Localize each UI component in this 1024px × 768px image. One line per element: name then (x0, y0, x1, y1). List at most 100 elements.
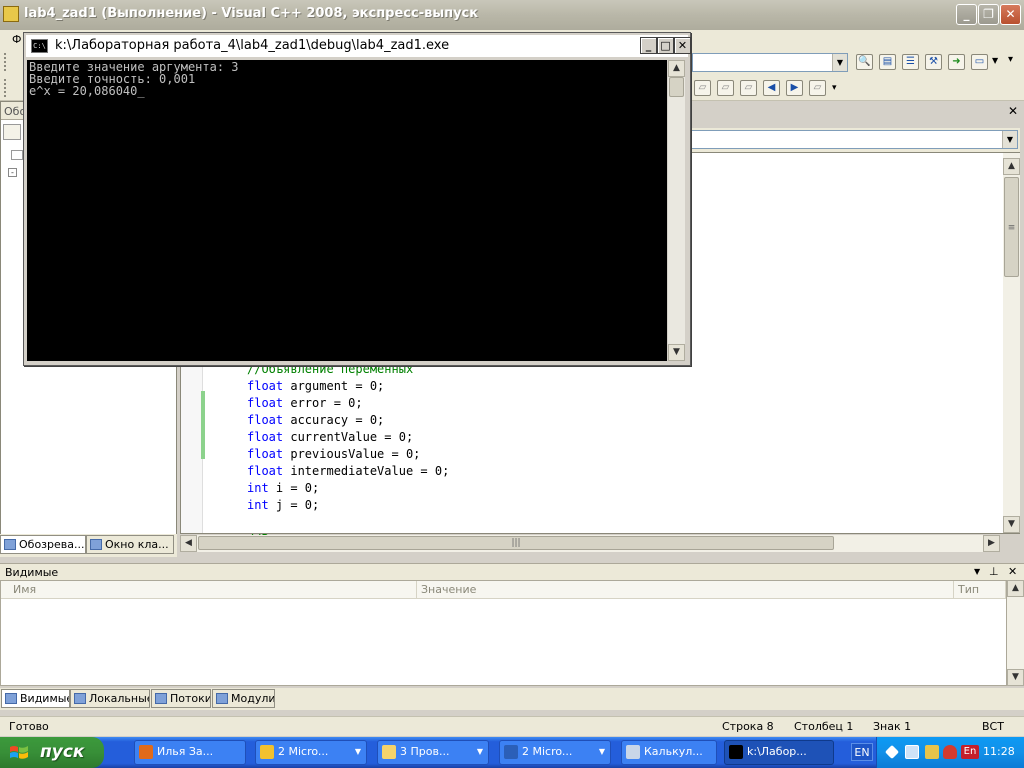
console-output[interactable]: Введите значение аргумента: 3 Введите то… (27, 60, 667, 361)
close-button[interactable]: ✕ (1000, 4, 1021, 25)
taskbar-button[interactable]: Калькул... (621, 740, 717, 765)
scrollbar-thumb[interactable]: ||| (198, 536, 834, 550)
solution-explorer-icon (4, 539, 16, 550)
scroll-up-icon[interactable]: ▲ (1007, 580, 1024, 597)
vs-title-bar[interactable]: lab4_zad1 (Выполнение) - Visual C++ 2008… (0, 0, 1024, 30)
locals-icon (74, 693, 86, 704)
group-dropdown-icon[interactable]: ▼ (599, 741, 605, 763)
scroll-right-icon[interactable]: ▶ (983, 535, 1000, 552)
code-line: float currentValue = 0; (247, 430, 414, 444)
vs-window-title: lab4_zad1 (Выполнение) - Visual C++ 2008… (24, 6, 479, 21)
previous-bookmark-icon[interactable]: ◀ (763, 80, 780, 96)
code-text[interactable]: //Объявление переменных float argument = … (247, 361, 449, 548)
console-icon[interactable]: C:\ (31, 39, 48, 53)
group-dropdown-icon[interactable]: ▼ (477, 741, 483, 763)
scroll-up-icon[interactable]: ▲ (668, 60, 685, 77)
taskbar-button[interactable]: 2 Micro... ▼ (255, 740, 367, 765)
scrollbar-thumb[interactable] (669, 77, 684, 97)
threads-icon (155, 693, 167, 704)
solution-explorer-icon[interactable]: ▤ (879, 54, 896, 70)
console-title: k:\Лабораторная работа_4\lab4_zad1\debug… (55, 38, 450, 53)
scroll-down-icon[interactable]: ▼ (668, 344, 685, 361)
toolbar-grip[interactable] (4, 79, 8, 97)
start-button[interactable]: пуск (0, 737, 104, 768)
scrollbar-thumb[interactable]: ≡ (1004, 177, 1019, 277)
watch-pane-header: Видимые ▼ ⊥ ✕ (0, 563, 1024, 580)
comment-icon[interactable]: ▱ (694, 80, 711, 96)
column-header-name[interactable]: Имя (1, 581, 417, 599)
console-close-button[interactable]: ✕ (674, 37, 691, 54)
code-line: float accuracy = 0; (247, 413, 385, 427)
menu-item-file[interactable]: Ф (12, 33, 21, 46)
console-minimize-button[interactable]: _ (640, 37, 657, 54)
column-header-type[interactable]: Тип (954, 581, 1006, 599)
taskbar-button[interactable]: 3 Пров... ▼ (377, 740, 489, 765)
console-window[interactable]: C:\ k:\Лабораторная работа_4\lab4_zad1\d… (23, 32, 691, 366)
properties-icon[interactable]: ☰ (902, 54, 919, 70)
toolbox-icon[interactable]: ⚒ (925, 54, 942, 70)
toolbar-overflow-icon[interactable]: ▾ (832, 83, 837, 93)
scroll-up-icon[interactable]: ▲ (1003, 158, 1020, 175)
column-header-value[interactable]: Значение (417, 581, 954, 599)
code-line: float argument = 0; (247, 379, 385, 393)
console-title-bar[interactable]: C:\ k:\Лабораторная работа_4\lab4_zad1\d… (26, 35, 691, 57)
minimize-button[interactable]: _ (956, 4, 977, 25)
clear-bookmarks-icon[interactable]: ▱ (809, 80, 826, 96)
watch-grid[interactable]: Имя Значение Тип (0, 580, 1007, 686)
close-document-icon[interactable]: ✕ (1008, 104, 1018, 118)
editor-horizontal-scrollbar[interactable]: ◀ ||| ▶ (180, 535, 1000, 552)
security-icon[interactable] (925, 745, 939, 759)
close-pane-icon[interactable]: ✕ (1008, 565, 1017, 578)
taskbar: пуск Илья За... 2 Micro... ▼ 3 Пров... ▼ 2 Mi… (0, 737, 1024, 768)
editor-vertical-scrollbar[interactable]: ▲ ≡ ▼ (1003, 153, 1020, 533)
tab-modules[interactable]: Модули (212, 689, 275, 708)
pin-icon[interactable]: ⊥ (989, 565, 999, 578)
next-bookmark-icon[interactable]: ▶ (786, 80, 803, 96)
chevron-down-icon[interactable]: ▼ (832, 54, 847, 71)
clock[interactable]: 11:28 (983, 745, 1015, 758)
scroll-down-icon[interactable]: ▼ (1007, 669, 1024, 686)
bookmark-icon[interactable]: ▱ (740, 80, 757, 96)
app-icon (626, 745, 640, 759)
language-indicator[interactable]: EN (851, 743, 873, 761)
start-page-icon[interactable]: ➜ (948, 54, 965, 70)
tab-threads[interactable]: Потоки (151, 689, 211, 708)
chevron-down-icon[interactable]: ▼ (1002, 131, 1017, 148)
toolbar-grip[interactable] (4, 53, 8, 71)
taskbar-button-label: 2 Micro... (522, 745, 573, 758)
taskbar-button[interactable]: k:\Лабор... (724, 740, 834, 765)
tray-language-icon[interactable]: En (961, 745, 979, 759)
member-combo[interactable]: ▼ (690, 130, 1018, 149)
status-insert-mode: ВСТ (982, 720, 1004, 733)
group-dropdown-icon[interactable]: ▼ (355, 741, 361, 763)
tree-expander-icon[interactable]: - (8, 168, 17, 177)
find-in-files-icon[interactable]: 🔍 (856, 54, 873, 70)
network-icon[interactable] (905, 745, 919, 759)
toolbar-overflow-icon[interactable]: ▾ (1008, 54, 1013, 65)
taskbar-button[interactable]: Илья За... (134, 740, 246, 765)
console-maximize-button[interactable]: □ (657, 37, 674, 54)
tab-locals[interactable]: Локальные (70, 689, 150, 708)
uncomment-icon[interactable]: ▱ (717, 80, 734, 96)
pane-toolbar-icon[interactable] (3, 124, 21, 140)
window-position-icon[interactable]: ▼ (974, 567, 980, 576)
console-line: e^x = 20,086040_ (29, 84, 145, 98)
tray-diamond-icon[interactable] (884, 744, 900, 760)
status-row: Строка 8 (722, 720, 774, 733)
watch-vertical-scrollbar[interactable]: ▲ ▼ (1007, 580, 1024, 686)
command-window-icon[interactable]: ▭ (971, 54, 988, 70)
toolbar-options-icon[interactable]: ▼ (992, 56, 998, 65)
shield-icon[interactable] (943, 745, 957, 759)
scroll-left-icon[interactable]: ◀ (180, 535, 197, 552)
tab-class-view[interactable]: Окно кла... (86, 535, 174, 554)
taskbar-button-label: 2 Micro... (278, 745, 329, 758)
tab-solution-explorer[interactable]: Обозрева... (0, 535, 86, 554)
maximize-button[interactable]: ❐ (978, 4, 999, 25)
status-bar: Готово Строка 8 Столбец 1 Знак 1 ВСТ (0, 716, 1024, 736)
console-vertical-scrollbar[interactable]: ▲ ▼ (668, 60, 685, 361)
solution-config-combo[interactable]: ▼ (692, 53, 848, 72)
scroll-down-icon[interactable]: ▼ (1003, 516, 1020, 533)
tab-autos[interactable]: Видимые (1, 689, 70, 708)
code-line: float intermediateValue = 0; (247, 464, 450, 478)
taskbar-button[interactable]: 2 Micro... ▼ (499, 740, 611, 765)
